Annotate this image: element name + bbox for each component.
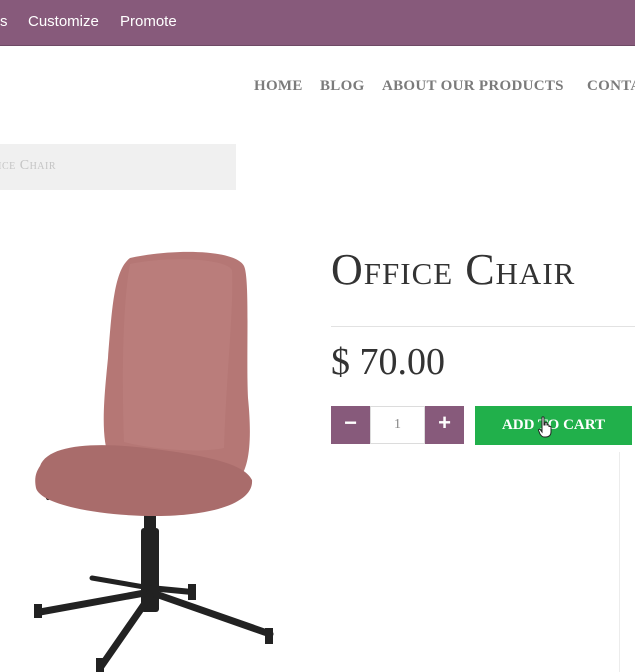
- nav-about-products[interactable]: ABOUT OUR PRODUCTS: [382, 78, 564, 95]
- hand-pointer-icon: [538, 416, 552, 438]
- nav-contact[interactable]: CONTA: [587, 78, 635, 95]
- quantity-increase-button[interactable]: +: [425, 406, 464, 444]
- main-nav: HOME BLOG ABOUT OUR PRODUCTS CONTA: [0, 78, 635, 100]
- title-divider: [331, 326, 635, 327]
- product-price: $ 70.00: [331, 341, 445, 383]
- content-divider: [619, 452, 620, 672]
- topbar-item-truncated[interactable]: s: [0, 13, 8, 30]
- product-image: [34, 251, 274, 672]
- quantity-input[interactable]: [370, 406, 425, 444]
- topbar-promote[interactable]: Promote: [120, 13, 177, 30]
- add-to-cart-button[interactable]: ADD TO CART: [475, 406, 632, 445]
- topbar-customize[interactable]: Customize: [28, 13, 99, 30]
- chair-base: [34, 488, 274, 672]
- quantity-decrease-button[interactable]: −: [331, 406, 370, 444]
- product-title: Office Chair: [331, 245, 576, 294]
- nav-home[interactable]: HOME: [254, 78, 303, 95]
- editor-topbar: s Customize Promote: [0, 0, 635, 46]
- breadcrumb: ffice Chair: [0, 144, 236, 190]
- nav-blog[interactable]: BLOG: [320, 78, 365, 95]
- breadcrumb-item[interactable]: ffice Chair: [0, 158, 56, 174]
